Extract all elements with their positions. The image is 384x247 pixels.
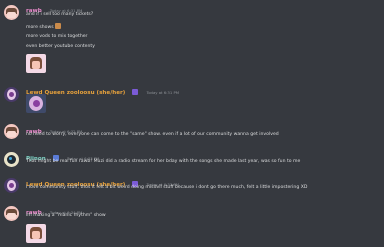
avatar-lewd-queen[interactable] — [4, 178, 19, 193]
message-line: more shows — [26, 25, 54, 30]
avatar-lewd-queen[interactable] — [4, 87, 19, 102]
message-line-with-emoji: more shows — [26, 23, 61, 31]
avatar-pjinon[interactable] — [4, 152, 19, 167]
sticker-image[interactable] — [26, 94, 46, 113]
message-line: I love community stuff, thos it felt a b… — [26, 185, 308, 190]
avatar-rawb[interactable] — [4, 206, 19, 221]
avatar-rawb[interactable] — [4, 124, 19, 139]
timestamp: Today at 6:31 PM — [146, 90, 180, 95]
sticker-image[interactable] — [26, 224, 46, 243]
message-line: and if i sell too many tickets? — [26, 12, 94, 17]
avatar-rawb[interactable] — [4, 5, 19, 20]
message-line: That might be real fun rawb! Muzi did a … — [26, 159, 301, 164]
role-badge-icon — [132, 89, 139, 95]
emoji-icon — [54, 23, 61, 29]
sticker-image[interactable] — [26, 54, 46, 73]
message-line: im making a "manic rhythm" show — [26, 213, 106, 218]
message-line: even better youtube contenty — [26, 44, 95, 49]
message-line: more vods to mix together — [26, 34, 88, 39]
message-line: no need to worry, everyone can come to t… — [26, 132, 279, 137]
